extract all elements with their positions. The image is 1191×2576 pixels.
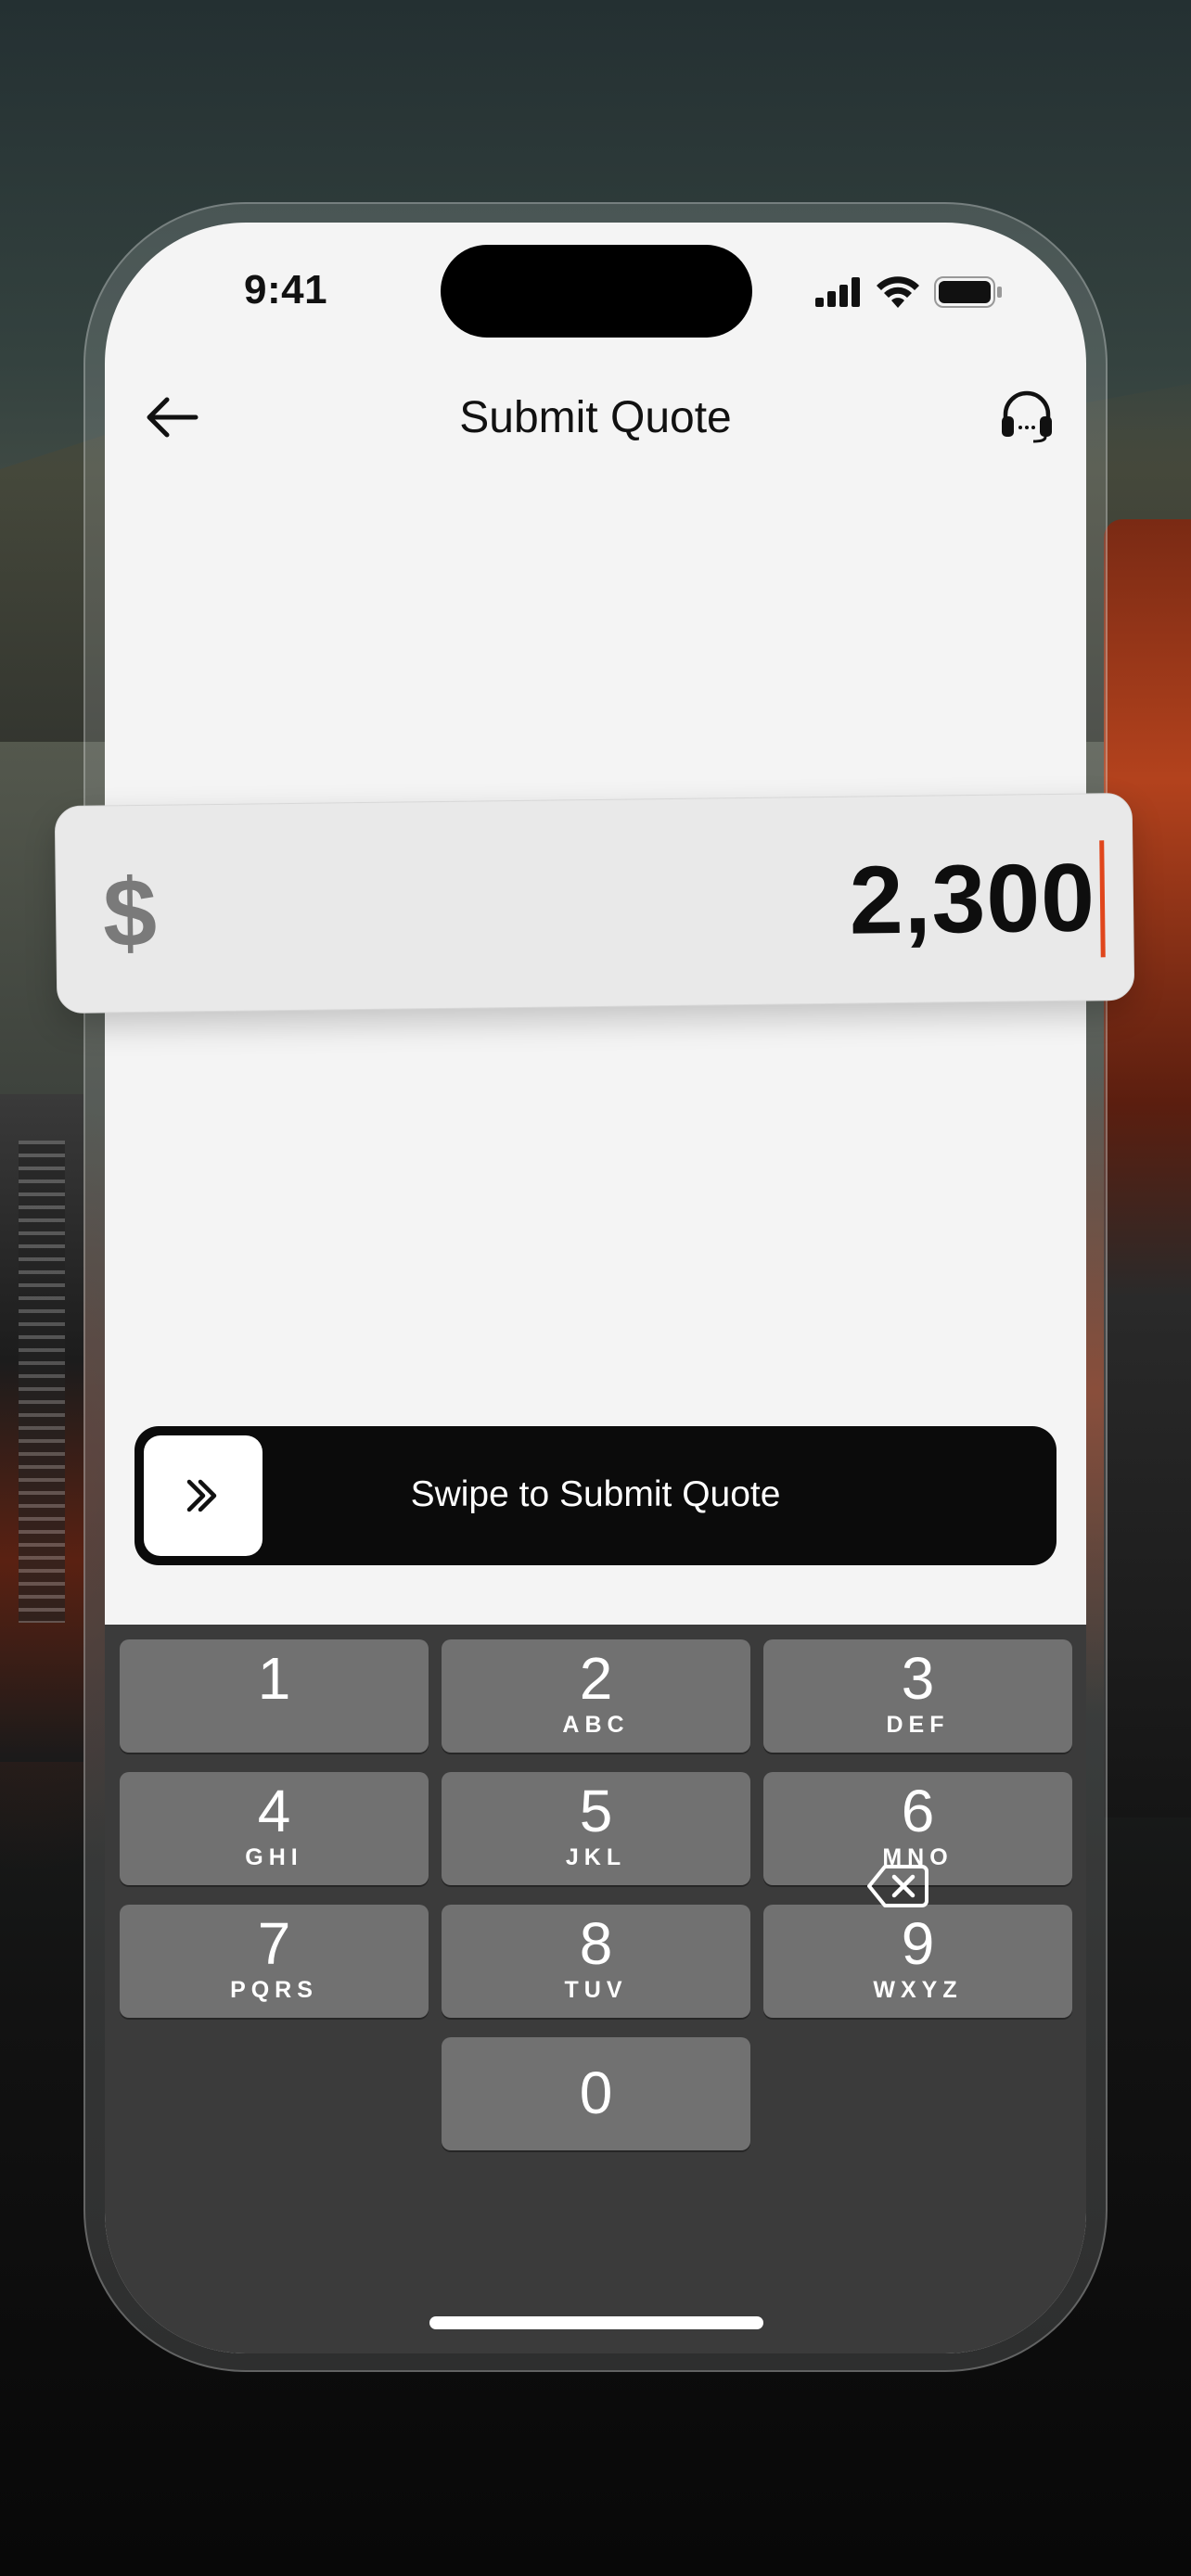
- status-time: 9:41: [244, 267, 328, 312]
- wifi-icon: [877, 276, 919, 308]
- currency-symbol: $: [102, 859, 158, 968]
- key-letters: DEF: [886, 1712, 950, 1738]
- key-letters: PQRS: [230, 1977, 318, 2003]
- key-letters: ABC: [562, 1712, 630, 1738]
- key-number: 8: [579, 1910, 613, 1977]
- key-5[interactable]: 5 JKL: [442, 1772, 750, 1885]
- swipe-to-submit-slider[interactable]: Swipe to Submit Quote: [134, 1426, 1057, 1565]
- status-icons: [815, 276, 1003, 308]
- key-number: 4: [257, 1778, 291, 1844]
- key-number: 2: [579, 1645, 613, 1712]
- page-title: Submit Quote: [459, 393, 732, 442]
- dynamic-island: [441, 245, 752, 338]
- key-number: 3: [901, 1645, 935, 1712]
- background-truck-right: [1104, 519, 1191, 1817]
- key-number: 7: [257, 1910, 291, 1977]
- key-0[interactable]: 0: [442, 2037, 750, 2150]
- headset-icon: [1002, 390, 1052, 443]
- backspace-icon: [867, 1865, 928, 1907]
- key-letters: JKL: [565, 1844, 627, 1870]
- key-number: 0: [579, 2060, 613, 2126]
- text-caret: [1099, 840, 1106, 958]
- support-button[interactable]: [990, 378, 1064, 453]
- key-7[interactable]: 7 PQRS: [120, 1905, 429, 2018]
- key-number: 1: [257, 1645, 291, 1712]
- key-4[interactable]: 4 GHI: [120, 1772, 429, 1885]
- key-letters: GHI: [245, 1844, 303, 1870]
- amount-value: 2,300: [849, 844, 1096, 955]
- swipe-label: Swipe to Submit Quote: [410, 1474, 781, 1514]
- key-letters: TUV: [564, 1977, 628, 2003]
- key-number: 5: [579, 1778, 613, 1844]
- amount-input[interactable]: $ 2,300: [54, 792, 1135, 1014]
- key-8[interactable]: 8 TUV: [442, 1905, 750, 2018]
- key-3[interactable]: 3 DEF: [763, 1639, 1072, 1753]
- numeric-keypad: 1 2 ABC 3 DEF 4 GHI 5 JKL 6 MNO 7 PQRS 8: [105, 1625, 1086, 2353]
- home-indicator: [429, 2316, 763, 2329]
- key-number: 6: [901, 1778, 935, 1844]
- key-letters: WXYZ: [873, 1977, 963, 2003]
- key-2[interactable]: 2 ABC: [442, 1639, 750, 1753]
- cellular-signal-icon: [815, 277, 860, 307]
- delete-key[interactable]: [842, 1842, 954, 1931]
- key-1[interactable]: 1: [120, 1639, 429, 1753]
- background-truck-grille: [19, 1141, 65, 1623]
- battery-icon: [934, 276, 1002, 308]
- phone-screen: 9:41 Submit Quote Swipe to Submit Quote …: [105, 223, 1086, 2353]
